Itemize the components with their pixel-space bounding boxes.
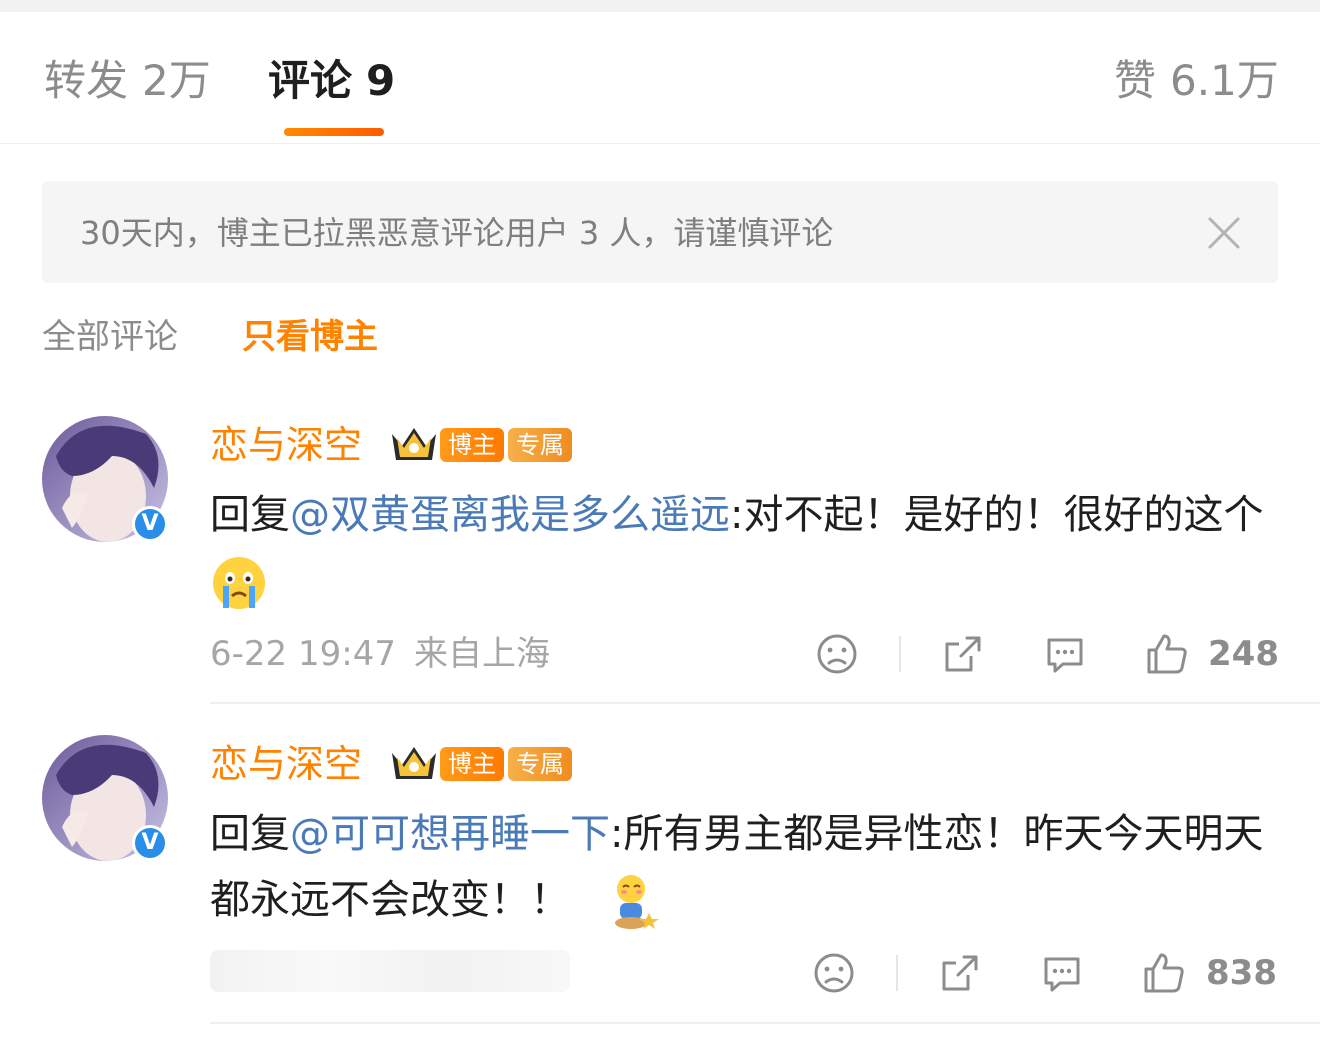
- comment-user-name[interactable]: 恋与深空: [210, 422, 362, 468]
- comment-actions: 838: [0, 951, 1320, 995]
- tab-likes[interactable]: 赞 6.1万: [1114, 56, 1279, 106]
- like-count: 838: [1206, 953, 1277, 993]
- blocked-users-notice: 30天内，博主已拉黑恶意评论用户 3 人，请谨慎评论: [42, 181, 1278, 283]
- reply-prefix: 回复: [210, 492, 290, 538]
- comment-text: 回复@双黄蛋离我是多么遥远:对不起！是好的！很好的这个: [210, 482, 1280, 614]
- comment-user-name[interactable]: 恋与深空: [210, 741, 362, 787]
- reply-icon[interactable]: [1043, 632, 1087, 676]
- tab-comments-label: 评论: [268, 56, 353, 105]
- like-count: 248: [1208, 634, 1279, 674]
- owner-badge: 博主: [440, 428, 504, 462]
- crown-icon: [392, 428, 436, 460]
- comment-divider: [210, 702, 1320, 704]
- filter-owner-only[interactable]: 只看博主: [242, 316, 378, 358]
- active-tab-indicator: [284, 128, 384, 136]
- share-icon[interactable]: [941, 632, 985, 676]
- shy-sitting-emoji-icon: [614, 875, 659, 929]
- comment-actions: 248: [0, 632, 1320, 676]
- like-thumb-icon[interactable]: [1145, 632, 1189, 676]
- reply-separator: :: [610, 811, 624, 857]
- tab-bar: 转发 2万 评论 9 赞 6.1万: [0, 12, 1320, 144]
- tab-likes-label: 赞: [1114, 56, 1157, 105]
- close-icon[interactable]: [1206, 215, 1242, 251]
- filter-all-comments[interactable]: 全部评论: [42, 316, 178, 358]
- action-divider: [899, 636, 901, 672]
- tab-reposts[interactable]: 转发 2万: [44, 56, 211, 106]
- verified-badge-icon: V: [132, 506, 168, 542]
- comment-body: 对不起！是好的！很好的这个: [743, 492, 1264, 538]
- status-strip: [0, 0, 1320, 12]
- crown-icon: [392, 747, 436, 779]
- action-divider: [896, 955, 898, 991]
- dislike-face-icon[interactable]: [815, 632, 859, 676]
- exclusive-badge: 专属: [508, 428, 572, 462]
- comment-divider: [210, 1022, 1320, 1024]
- notice-text: 30天内，博主已拉黑恶意评论用户 3 人，请谨慎评论: [80, 214, 834, 252]
- crying-emoji-icon: [213, 557, 265, 609]
- owner-badge: 博主: [440, 747, 504, 781]
- dislike-face-icon[interactable]: [812, 951, 856, 995]
- tab-comments-count: 9: [366, 56, 396, 105]
- mention-link[interactable]: @可可想再睡一下: [290, 811, 610, 857]
- comment-text: 回复@可可想再睡一下:所有男主都是异性恋！昨天今天明天都永远不会改变！！: [210, 801, 1280, 933]
- reply-icon[interactable]: [1040, 951, 1084, 995]
- tab-reposts-count: 2万: [142, 56, 211, 105]
- tab-comments[interactable]: 评论 9: [268, 56, 395, 106]
- reply-separator: :: [730, 492, 744, 538]
- share-icon[interactable]: [938, 951, 982, 995]
- mention-link[interactable]: @双黄蛋离我是多么遥远: [290, 492, 730, 538]
- tab-reposts-label: 转发: [44, 56, 129, 105]
- tab-likes-count: 6.1万: [1170, 56, 1279, 105]
- verified-badge-icon: V: [132, 825, 168, 861]
- like-thumb-icon[interactable]: [1142, 951, 1186, 995]
- reply-prefix: 回复: [210, 811, 290, 857]
- exclusive-badge: 专属: [508, 747, 572, 781]
